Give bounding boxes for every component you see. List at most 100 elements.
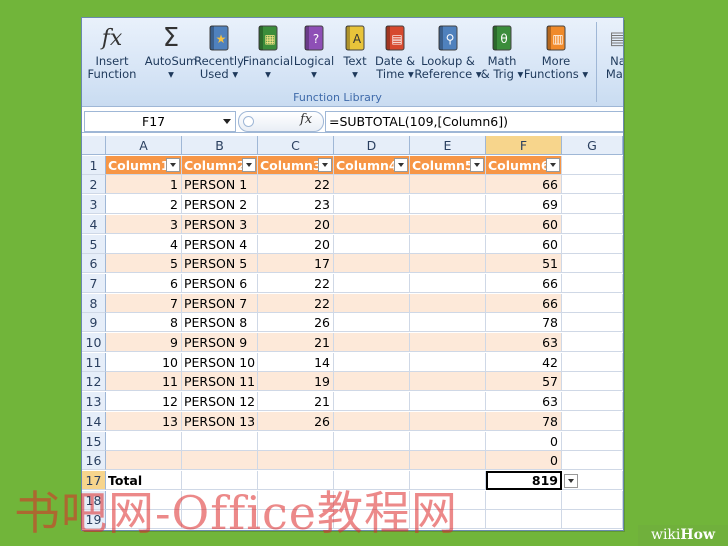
ribbon-button-math[interactable]: θ Math & Trig ▾ — [481, 24, 523, 90]
cell[interactable]: PERSON 11 — [182, 372, 258, 392]
cell[interactable]: 26 — [258, 313, 334, 333]
cell[interactable]: 60 — [486, 234, 562, 254]
cell[interactable]: PERSON 1 — [182, 175, 258, 195]
row-header-4[interactable]: 4 — [82, 214, 106, 234]
cell[interactable]: 22 — [258, 273, 334, 293]
cell[interactable]: PERSON 3 — [182, 214, 258, 234]
cell[interactable] — [106, 431, 182, 451]
cell[interactable]: PERSON 7 — [182, 293, 258, 313]
cell[interactable]: 66 — [486, 293, 562, 313]
name-box[interactable]: F17 — [84, 111, 236, 132]
cell[interactable]: 21 — [258, 392, 334, 412]
cell[interactable]: 17 — [258, 254, 334, 274]
cell[interactable]: 69 — [486, 195, 562, 215]
cell[interactable] — [182, 431, 258, 451]
chevron-down-icon[interactable] — [223, 119, 231, 124]
cell[interactable] — [410, 273, 486, 293]
filter-dropdown-icon[interactable] — [242, 157, 256, 172]
cell[interactable]: 3 — [106, 214, 182, 234]
row-header-10[interactable]: 10 — [82, 333, 106, 352]
cell[interactable]: 6 — [106, 273, 182, 293]
ribbon-button-date[interactable]: ▤ Date & Time ▾ — [375, 24, 415, 90]
row-header-6[interactable]: 6 — [82, 254, 106, 274]
cell[interactable] — [562, 273, 623, 293]
filter-dropdown-icon[interactable] — [318, 157, 332, 172]
cell[interactable]: 21 — [258, 333, 334, 352]
cell[interactable] — [410, 214, 486, 234]
cell[interactable]: PERSON 2 — [182, 195, 258, 215]
cell[interactable]: 10 — [106, 352, 182, 372]
ribbon-button-more[interactable]: ▥ More Functions ▾ — [524, 24, 588, 90]
cell[interactable] — [258, 431, 334, 451]
cell[interactable]: 60 — [486, 214, 562, 234]
column-header-b[interactable]: B — [182, 136, 258, 155]
cell[interactable] — [334, 372, 410, 392]
cell[interactable]: PERSON 8 — [182, 313, 258, 333]
cell[interactable]: 12 — [106, 392, 182, 412]
column-header-g[interactable]: G — [562, 136, 623, 155]
cell[interactable]: 63 — [486, 333, 562, 352]
cell[interactable] — [562, 293, 623, 313]
row-header-15[interactable]: 15 — [82, 431, 106, 451]
cell[interactable]: 22 — [258, 293, 334, 313]
cell[interactable]: PERSON 12 — [182, 392, 258, 412]
cell[interactable]: PERSON 5 — [182, 254, 258, 274]
cell[interactable]: 19 — [258, 372, 334, 392]
ribbon-button-financial[interactable]: ▦ Financial ▾ — [243, 24, 293, 90]
cell[interactable] — [334, 234, 410, 254]
ribbon-button-recently[interactable]: ★ Recently Used ▾ — [194, 24, 244, 90]
cell[interactable]: 7 — [106, 293, 182, 313]
cell[interactable] — [334, 254, 410, 274]
cell[interactable] — [410, 451, 486, 471]
cell[interactable]: PERSON 13 — [182, 411, 258, 431]
cell[interactable] — [334, 451, 410, 471]
formula-input[interactable]: =SUBTOTAL(109,[Column6]) — [325, 111, 623, 132]
column-header-e[interactable]: E — [410, 136, 486, 155]
ribbon-button-logical[interactable]: ? Logical ▾ — [293, 24, 335, 90]
cell[interactable]: 78 — [486, 411, 562, 431]
cell[interactable] — [410, 431, 486, 451]
table-header-column2[interactable]: Column2 — [182, 155, 258, 175]
cell[interactable] — [562, 352, 623, 372]
cell[interactable] — [410, 352, 486, 372]
cell[interactable] — [334, 333, 410, 352]
cell[interactable] — [410, 195, 486, 215]
table-header-column3[interactable]: Column3 — [258, 155, 334, 175]
cell[interactable]: 11 — [106, 372, 182, 392]
cell[interactable] — [334, 175, 410, 195]
row-header-13[interactable]: 13 — [82, 392, 106, 412]
cell[interactable]: 8 — [106, 313, 182, 333]
cell[interactable]: 78 — [486, 313, 562, 333]
cell[interactable] — [334, 352, 410, 372]
ribbon-button-insert[interactable]: fx Insert Function — [87, 24, 137, 90]
table-header-column6[interactable]: Column6 — [486, 155, 562, 175]
filter-dropdown-icon[interactable] — [546, 157, 560, 172]
cell[interactable]: PERSON 10 — [182, 352, 258, 372]
cell[interactable] — [410, 293, 486, 313]
cell[interactable] — [410, 333, 486, 352]
cell[interactable]: 5 — [106, 254, 182, 274]
cell[interactable] — [410, 392, 486, 412]
cell[interactable] — [334, 431, 410, 451]
ribbon-button-text[interactable]: A Text ▾ — [339, 24, 371, 90]
table-header-column5[interactable]: Column5 — [410, 155, 486, 175]
cell[interactable] — [562, 214, 623, 234]
cell[interactable] — [410, 175, 486, 195]
cell[interactable]: 63 — [486, 392, 562, 412]
cell[interactable]: 66 — [486, 175, 562, 195]
ribbon-button-na[interactable]: ▤NaMan — [603, 24, 623, 90]
cell[interactable] — [410, 313, 486, 333]
cell[interactable] — [334, 214, 410, 234]
cell[interactable] — [562, 372, 623, 392]
cell[interactable] — [182, 451, 258, 471]
select-all-corner[interactable] — [82, 136, 106, 155]
cell[interactable] — [334, 411, 410, 431]
table-header-column4[interactable]: Column4 — [334, 155, 410, 175]
row-header-14[interactable]: 14 — [82, 411, 106, 431]
cell[interactable] — [410, 411, 486, 431]
cell[interactable]: 0 — [486, 431, 562, 451]
row-header-2[interactable]: 2 — [82, 175, 106, 195]
column-header-a[interactable]: A — [106, 136, 182, 155]
cell[interactable]: 0 — [486, 451, 562, 471]
cell[interactable]: 20 — [258, 234, 334, 254]
